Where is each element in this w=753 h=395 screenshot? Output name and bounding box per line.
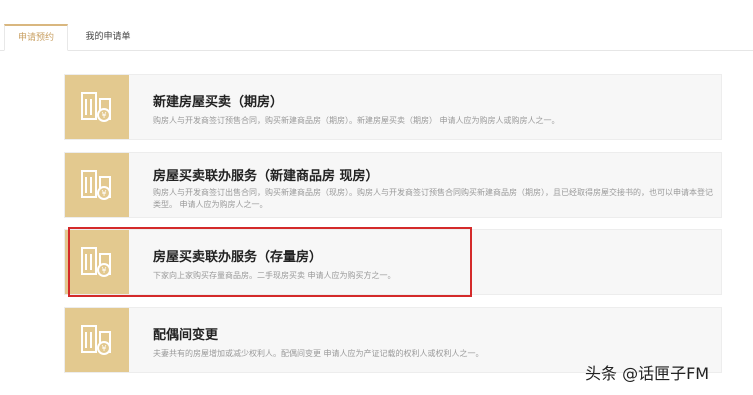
svg-text:¥: ¥ <box>101 111 106 120</box>
building-document-icon: ¥ <box>65 230 129 294</box>
service-title: 新建房屋买卖（期房） <box>153 95 284 110</box>
service-title: 配偶间变更 <box>153 328 219 343</box>
svg-text:¥: ¥ <box>101 189 106 198</box>
service-card-new-house-presale[interactable]: ¥ 新建房屋买卖（期房） 购房人与开发商签订预售合同，购买新建商品房（期房）。新… <box>64 74 722 140</box>
service-title: 房屋买卖联办服务（新建商品房 现房） <box>153 169 379 184</box>
building-document-icon: ¥ <box>65 153 129 217</box>
service-description: 购房人与开发商签订预售合同，购买新建商品房（期房）。新建房屋买卖（期房） 申请人… <box>153 116 560 125</box>
service-card-new-house-ready[interactable]: ¥ 房屋买卖联办服务（新建商品房 现房） 购房人与开发商签订出售合同，购买新建商… <box>64 152 722 218</box>
service-card-existing-house[interactable]: ¥ 房屋买卖联办服务（存量房） 下家向上家购买存量商品房。二手现房买卖 申请人应… <box>64 229 722 295</box>
tab-bar: 申请预约 我的申请单 <box>0 24 753 51</box>
service-title: 房屋买卖联办服务（存量房） <box>153 250 323 265</box>
watermark: 头条 @话匣子FM <box>585 364 710 383</box>
building-document-icon: ¥ <box>65 75 129 139</box>
tab-apply-appointment[interactable]: 申请预约 <box>4 24 68 51</box>
service-description: 下家向上家购买存量商品房。二手现房买卖 申请人应为购买方之一。 <box>153 271 396 280</box>
svg-text:¥: ¥ <box>101 344 106 353</box>
service-description: 夫妻共有的房屋增加或减少权利人。配偶间变更 申请人应为产证记载的权利人或权利人之… <box>153 349 484 358</box>
service-description: 购房人与开发商签订出售合同，购买新建商品房（现房）。购房人与开发商签订预售合同购… <box>153 188 713 209</box>
tab-my-applications[interactable]: 我的申请单 <box>74 24 142 50</box>
building-document-icon: ¥ <box>65 308 129 372</box>
svg-text:¥: ¥ <box>101 266 106 275</box>
